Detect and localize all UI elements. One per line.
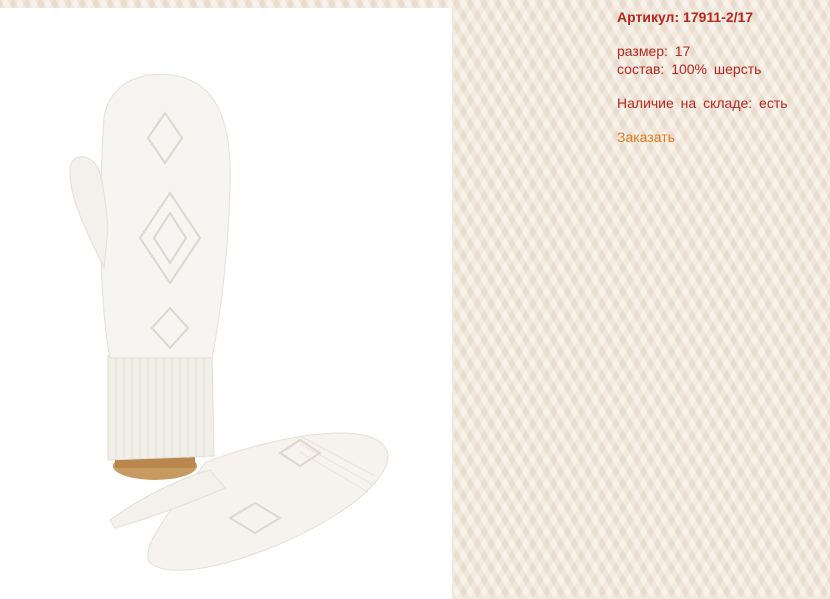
product-photo	[0, 8, 452, 599]
size-line: размер: 17	[617, 43, 691, 59]
mittens-image	[69, 73, 389, 571]
composition-line: состав: 100% шерсть	[617, 61, 762, 77]
product-info: Артикул: 17911-2/17 размер: 17 состав: 1…	[617, 8, 827, 146]
stock-status: Наличие на складе: есть	[617, 95, 788, 111]
article-number: Артикул: 17911-2/17	[617, 9, 754, 25]
order-link[interactable]: Заказать	[617, 128, 675, 146]
